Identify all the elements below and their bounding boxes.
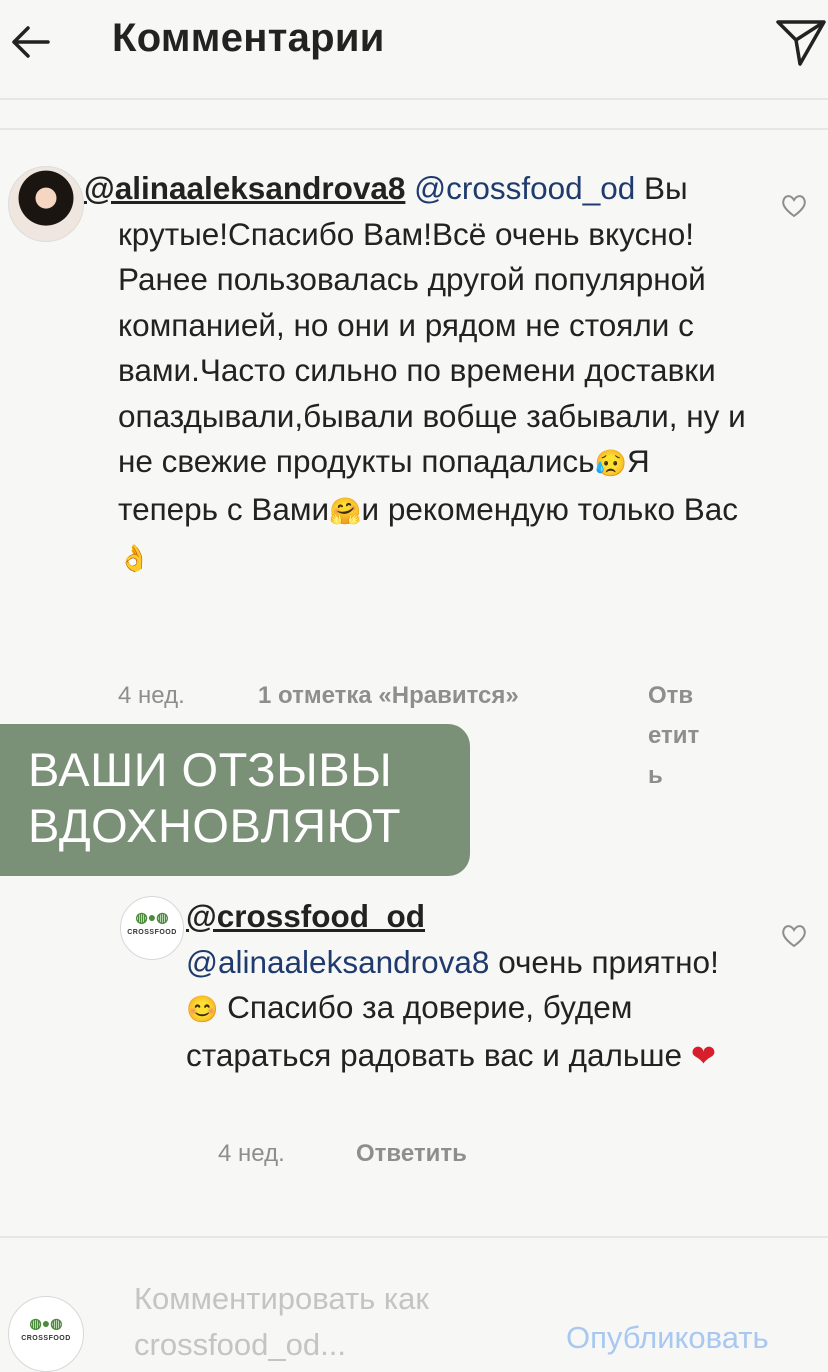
caption-divider [0, 128, 828, 130]
heart-outline-icon[interactable] [780, 922, 808, 950]
comment-likes[interactable]: 1 отметка «Нравится» [258, 682, 519, 710]
reply-avatar-logo: CROSSFOOD [127, 929, 177, 936]
input-divider [0, 1236, 828, 1238]
comment-reply-button[interactable]: Ответить [648, 676, 700, 796]
comment-input[interactable]: Комментировать как crossfood_od... [134, 1276, 554, 1368]
reply-avatar[interactable]: ◍●◍ CROSSFOOD [120, 896, 184, 960]
sad-emoji-icon: 😥 [594, 448, 627, 478]
comment-mention[interactable]: @crossfood_od [414, 170, 635, 206]
reply-reply-button[interactable]: Ответить [356, 1140, 467, 1168]
header-divider [0, 98, 828, 100]
send-button[interactable] [772, 12, 828, 68]
reply-text-part-1: очень приятно! [498, 943, 719, 980]
crossfood-logo-icon: ◍●◍ [29, 1315, 63, 1331]
banner-text: ВАШИ ОТЗЫВЫ ВДОХНОВЛЯЮТ [28, 743, 402, 852]
reply-username[interactable]: @crossfood_od [186, 898, 425, 934]
input-avatar-logo: CROSSFOOD [21, 1335, 71, 1342]
reply-body: @crossfood_od @alinaaleksandrova8 очень … [186, 894, 726, 1079]
red-heart-icon: ❤ [690, 1039, 716, 1073]
promo-banner: ВАШИ ОТЗЫВЫ ВДОХНОВЛЯЮТ [0, 724, 470, 876]
paper-plane-icon [776, 20, 826, 66]
crossfood-logo-icon: ◍●◍ [135, 909, 169, 925]
current-user-avatar: ◍●◍ CROSSFOOD [8, 1296, 84, 1372]
avatar[interactable] [8, 166, 84, 242]
back-button[interactable] [4, 10, 64, 70]
page-title: Комментарии [112, 16, 385, 60]
comment-text-part-3: и рекомендую только Вас [361, 490, 739, 527]
heart-outline-icon[interactable] [780, 192, 808, 220]
comment-body: @alinaaleksandrova8 @crossfood_od Вы кру… [84, 166, 758, 582]
smile-emoji-icon: 😊 [186, 994, 219, 1024]
reply-text-part-2: Спасибо за доверие, будем стараться радо… [186, 989, 683, 1073]
publish-button[interactable]: Опубликовать [566, 1320, 769, 1356]
hug-emoji-icon: 🤗 [329, 495, 362, 526]
comment-text-part-1: Вы крутые!Спасибо Вам!Всё очень вкусно!Р… [118, 170, 746, 479]
ok-hand-emoji-icon: 👌 [118, 543, 151, 573]
comment-time: 4 нед. [118, 682, 185, 709]
reply-time: 4 нед. [218, 1140, 285, 1167]
reply-mention[interactable]: @alinaaleksandrova8 [186, 944, 489, 980]
comment-username[interactable]: @alinaaleksandrova8 [84, 170, 405, 206]
arrow-left-icon [12, 26, 50, 58]
header-bar: Комментарии [0, 0, 828, 98]
